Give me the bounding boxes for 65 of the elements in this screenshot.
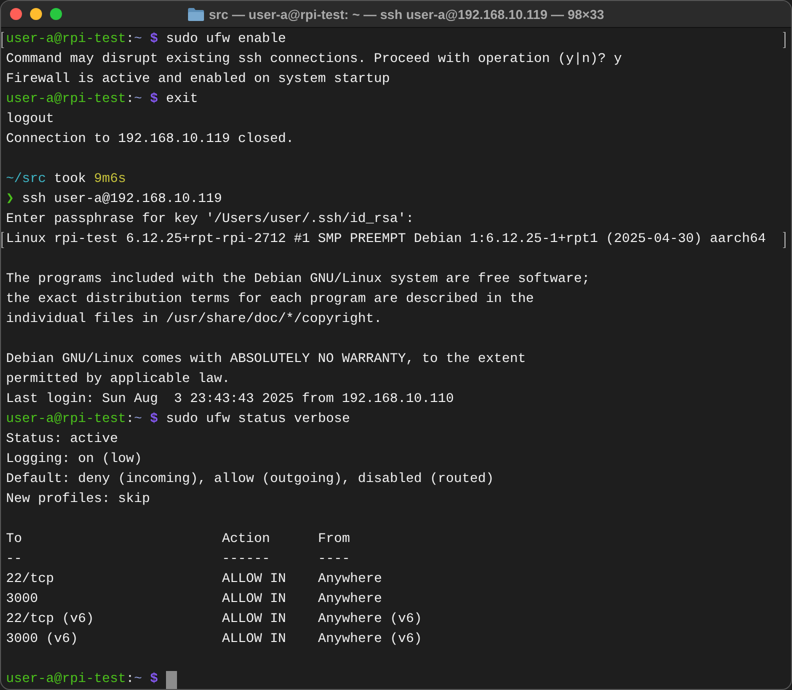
zoom-button[interactable] <box>50 8 62 20</box>
command-duration: 9m6s <box>94 171 126 189</box>
terminal-text: New profiles: skip <box>6 491 150 509</box>
prompt-symbol: $ <box>150 411 158 429</box>
prompt-separator: : <box>126 91 134 109</box>
mark-bracket-icon <box>782 232 786 248</box>
table-cell-text: 3000 (v6) <box>6 631 79 649</box>
prompt-user-host: user-a@rpi-test <box>6 411 126 429</box>
terminal-text: Linux rpi-test 6.12.25+rpt-rpi-2712 #1 SMP PREEMPT Debian 1:6.12.25-1+rpt1 (2025-04-30) aarch64 <box>6 231 766 249</box>
prompt-chevron: ❯ <box>6 191 14 209</box>
mark-bracket-icon <box>782 32 786 48</box>
prompt-path: ~ <box>134 411 142 429</box>
terminal-text: sudo ufw enable <box>166 31 286 49</box>
prompt-user-host: user-a@rpi-test <box>6 31 126 49</box>
table-cell-text: ---- <box>318 551 351 569</box>
terminal-text: permitted by applicable law. <box>6 371 230 389</box>
terminal-text: Debian GNU/Linux comes with ABSOLUTELY NO WARRANTY, to the extent <box>6 351 526 369</box>
table-cell-text: -- <box>6 551 23 569</box>
prompt-separator: : <box>126 31 134 49</box>
prompt-symbol: $ <box>150 31 158 49</box>
window-title: src — user-a@rpi-test: ~ — ssh user-a@192.168.10.119 — 98×33 <box>208 6 604 22</box>
table-cell-text: Anywhere <box>318 591 383 609</box>
terminal-text: Default: deny (incoming), allow (outgoing), disabled (routed) <box>6 471 494 489</box>
table-cell-text: ALLOW IN <box>222 591 287 609</box>
prompt-separator: : <box>126 411 134 429</box>
terminal-text: Command may disrupt existing ssh connections. Proceed with operation (y|n)? y <box>6 51 622 69</box>
terminal-text: Last login: Sun Aug 3 23:43:43 2025 from 192.168.10.110 <box>6 391 454 409</box>
terminal-text: exit <box>166 91 198 109</box>
table-cell-text: ------ <box>222 551 271 569</box>
table-cell-text: 22/tcp <box>6 571 55 589</box>
prompt-user-host: user-a@rpi-test <box>6 671 126 689</box>
table-cell-text: Anywhere (v6) <box>318 611 423 629</box>
minimize-button[interactable] <box>30 8 42 20</box>
terminal-text: took <box>54 171 86 189</box>
prompt-path: ~ <box>134 671 142 689</box>
terminal-text: The programs included with the Debian GNU/Linux system are free software; <box>6 271 590 289</box>
table-cell-text: Anywhere (v6) <box>318 631 423 649</box>
terminal-text: ssh user-a@192.168.10.119 <box>22 191 222 209</box>
prompt-path: ~ <box>134 91 142 109</box>
terminal-text: the exact distribution terms for each program are described in the <box>6 291 534 309</box>
prompt-user-host: user-a@rpi-test <box>6 91 126 109</box>
terminal-text: logout <box>6 111 54 129</box>
table-cell-text: Anywhere <box>318 571 383 589</box>
column-header: To <box>6 531 23 549</box>
table-cell-text: ALLOW IN <box>222 611 287 629</box>
table-cell-text: ALLOW IN <box>222 631 287 649</box>
prompt-symbol: $ <box>150 91 158 109</box>
terminal-text: Logging: on (low) <box>6 451 142 469</box>
prompt-separator: : <box>126 671 134 689</box>
table-cell-text: ALLOW IN <box>222 571 287 589</box>
column-header: From <box>318 531 351 549</box>
directory-name: ~/src <box>6 171 46 189</box>
prompt-path: ~ <box>134 31 142 49</box>
close-button[interactable] <box>10 8 22 20</box>
terminal-text: Enter passphrase for key '/Users/user/.ssh/id_rsa': <box>6 211 414 229</box>
table-cell-text: 22/tcp (v6) <box>6 611 95 629</box>
terminal-text: sudo ufw status verbose <box>166 411 350 429</box>
terminal-text: Firewall is active and enabled on system startup <box>6 71 390 89</box>
terminal-text: individual files in /usr/share/doc/*/copyright. <box>6 311 382 329</box>
terminal-text: Status: active <box>6 431 118 449</box>
folder-icon <box>188 8 204 20</box>
column-header: Action <box>222 531 271 549</box>
terminal-text: Connection to 192.168.10.119 closed. <box>6 131 294 149</box>
table-cell-text: 3000 <box>6 591 39 609</box>
prompt-symbol: $ <box>150 671 158 689</box>
